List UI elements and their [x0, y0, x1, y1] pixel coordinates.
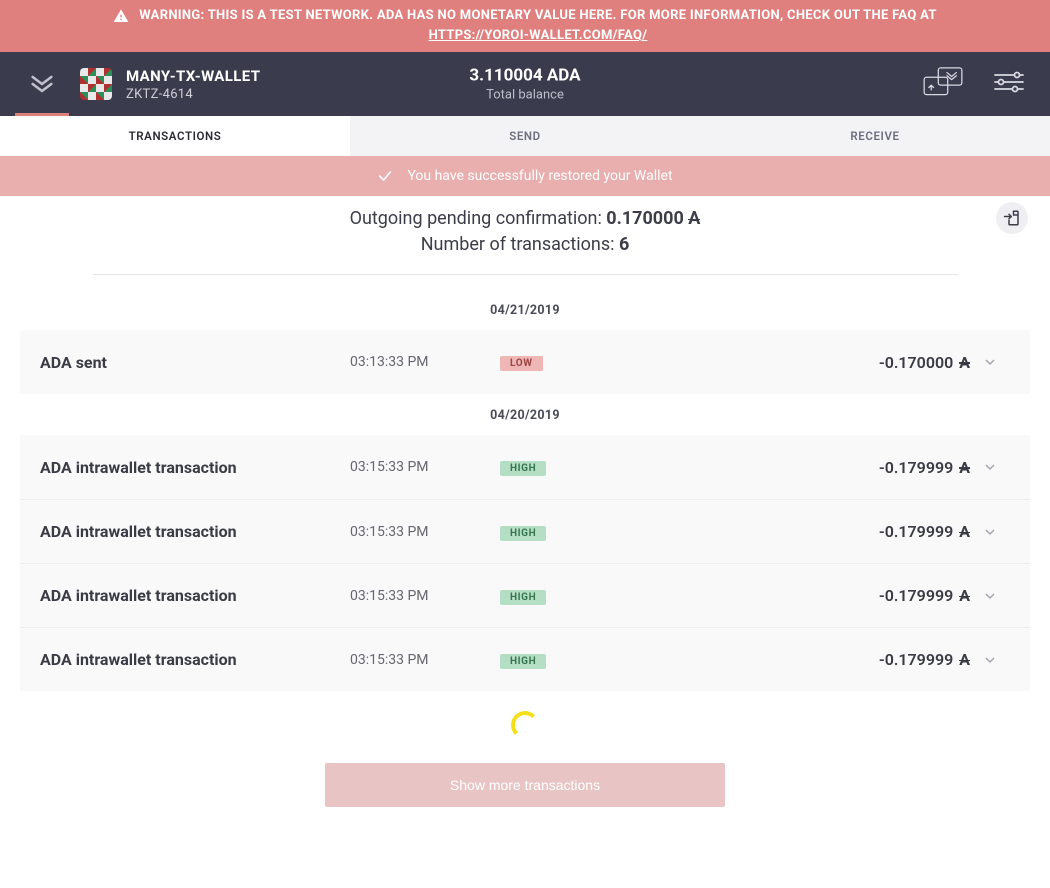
app-header: MANY-TX-WALLET ZKTZ-4614 3.110004 ADA To…: [0, 52, 1050, 116]
assurance-badge: HIGH: [500, 654, 546, 669]
menu-active-indicator: [15, 113, 69, 116]
restored-message: You have successfully restored your Wall…: [407, 168, 672, 184]
tx-time: 03:15:33 PM: [350, 524, 500, 540]
tx-amount: -0.179999 A: [770, 586, 970, 605]
expand-row-button[interactable]: [970, 652, 1010, 668]
settings-button[interactable]: [993, 68, 1025, 100]
show-more-button[interactable]: Show more transactions: [325, 763, 725, 807]
tx-amount: -0.170000 A: [770, 353, 970, 372]
date-header: 04/21/2019: [0, 289, 1050, 330]
assurance-badge: HIGH: [500, 526, 546, 541]
tx-time: 03:15:33 PM: [350, 652, 500, 668]
card-arrow-icon: [921, 65, 965, 99]
tx-count-value: 6: [619, 234, 629, 255]
transaction-group: ADA sent 03:13:33 PM LOW -0.170000 A: [20, 330, 1030, 394]
transaction-row[interactable]: ADA sent 03:13:33 PM LOW -0.170000 A: [20, 330, 1030, 394]
tx-amount: -0.179999 A: [770, 650, 970, 669]
summary-divider: [93, 274, 958, 275]
chevron-down-icon: [982, 459, 998, 475]
warning-prefix: WARNING: THIS IS A TEST NETWORK. ADA HAS…: [139, 8, 936, 23]
tx-count-label: Number of transactions:: [421, 234, 615, 255]
assurance-badge: HIGH: [500, 461, 546, 476]
pending-value: 0.170000: [606, 208, 684, 229]
tx-time: 03:15:33 PM: [350, 459, 500, 475]
assurance-badge: LOW: [500, 356, 543, 371]
chevron-down-icon: [982, 652, 998, 668]
transaction-row[interactable]: ADA intrawallet transaction 03:15:33 PM …: [20, 499, 1030, 563]
expand-row-button[interactable]: [970, 354, 1010, 370]
faq-link[interactable]: HTTPS://YOROI-WALLET.COM/FAQ/: [429, 28, 648, 43]
wallet-restored-banner: You have successfully restored your Wall…: [0, 156, 1050, 196]
wallet-id: ZKTZ-4614: [126, 87, 260, 102]
tx-amount: -0.179999 A: [770, 522, 970, 541]
ada-symbol: A: [959, 522, 970, 541]
sliders-icon: [993, 68, 1025, 96]
warning-icon: [113, 8, 129, 24]
tx-time: 03:13:33 PM: [350, 354, 500, 370]
ada-symbol: A: [959, 586, 970, 605]
testnet-warning-banner: WARNING: THIS IS A TEST NETWORK. ADA HAS…: [0, 0, 1050, 52]
menu-chevron-icon: [28, 70, 56, 98]
tx-time: 03:15:33 PM: [350, 588, 500, 604]
tx-title: ADA intrawallet transaction: [40, 458, 350, 477]
date-header: 04/20/2019: [0, 394, 1050, 435]
tab-receive[interactable]: RECEIVE: [700, 116, 1050, 156]
wallet-selector[interactable]: MANY-TX-WALLET ZKTZ-4614: [80, 67, 260, 102]
pending-label: Outgoing pending confirmation:: [350, 208, 602, 229]
assurance-badge: HIGH: [500, 590, 546, 605]
ada-symbol: A: [959, 458, 970, 477]
balance-amount: 3.110004 ADA: [469, 66, 580, 86]
chevron-down-icon: [982, 588, 998, 604]
export-file-icon: [1003, 209, 1021, 227]
tx-title: ADA intrawallet transaction: [40, 586, 350, 605]
chevron-down-icon: [982, 354, 998, 370]
ada-symbol: A: [688, 206, 700, 232]
tx-title: ADA intrawallet transaction: [40, 522, 350, 541]
balance-block: 3.110004 ADA Total balance: [469, 66, 580, 103]
transaction-row[interactable]: ADA intrawallet transaction 03:15:33 PM …: [20, 435, 1030, 499]
loading-spinner: [0, 691, 1050, 749]
transaction-row[interactable]: ADA intrawallet transaction 03:15:33 PM …: [20, 563, 1030, 627]
transaction-row[interactable]: ADA intrawallet transaction 03:15:33 PM …: [20, 627, 1030, 691]
ada-symbol: A: [959, 353, 970, 372]
tab-send[interactable]: SEND: [350, 116, 700, 156]
checkmark-icon: [377, 168, 393, 184]
transactions-summary: Outgoing pending confirmation: 0.170000 …: [0, 196, 1050, 289]
transaction-group: ADA intrawallet transaction 03:15:33 PM …: [20, 435, 1030, 691]
tab-transactions[interactable]: TRANSACTIONS: [0, 116, 350, 156]
menu-button[interactable]: [18, 70, 66, 98]
tx-amount: -0.179999 A: [770, 458, 970, 477]
expand-row-button[interactable]: [970, 524, 1010, 540]
chevron-down-icon: [982, 524, 998, 540]
expand-row-button[interactable]: [970, 459, 1010, 475]
wallet-name: MANY-TX-WALLET: [126, 67, 260, 85]
warning-text: WARNING: THIS IS A TEST NETWORK. ADA HAS…: [139, 6, 936, 46]
wallet-identicon: [80, 68, 112, 100]
tx-title: ADA intrawallet transaction: [40, 650, 350, 669]
wallet-tabs: TRANSACTIONS SEND RECEIVE: [0, 116, 1050, 156]
tx-title: ADA sent: [40, 353, 350, 372]
expand-row-button[interactable]: [970, 588, 1010, 604]
hardware-wallet-button[interactable]: [921, 65, 965, 103]
balance-label: Total balance: [469, 88, 580, 103]
ada-symbol: A: [959, 650, 970, 669]
spinner-icon: [511, 711, 539, 739]
